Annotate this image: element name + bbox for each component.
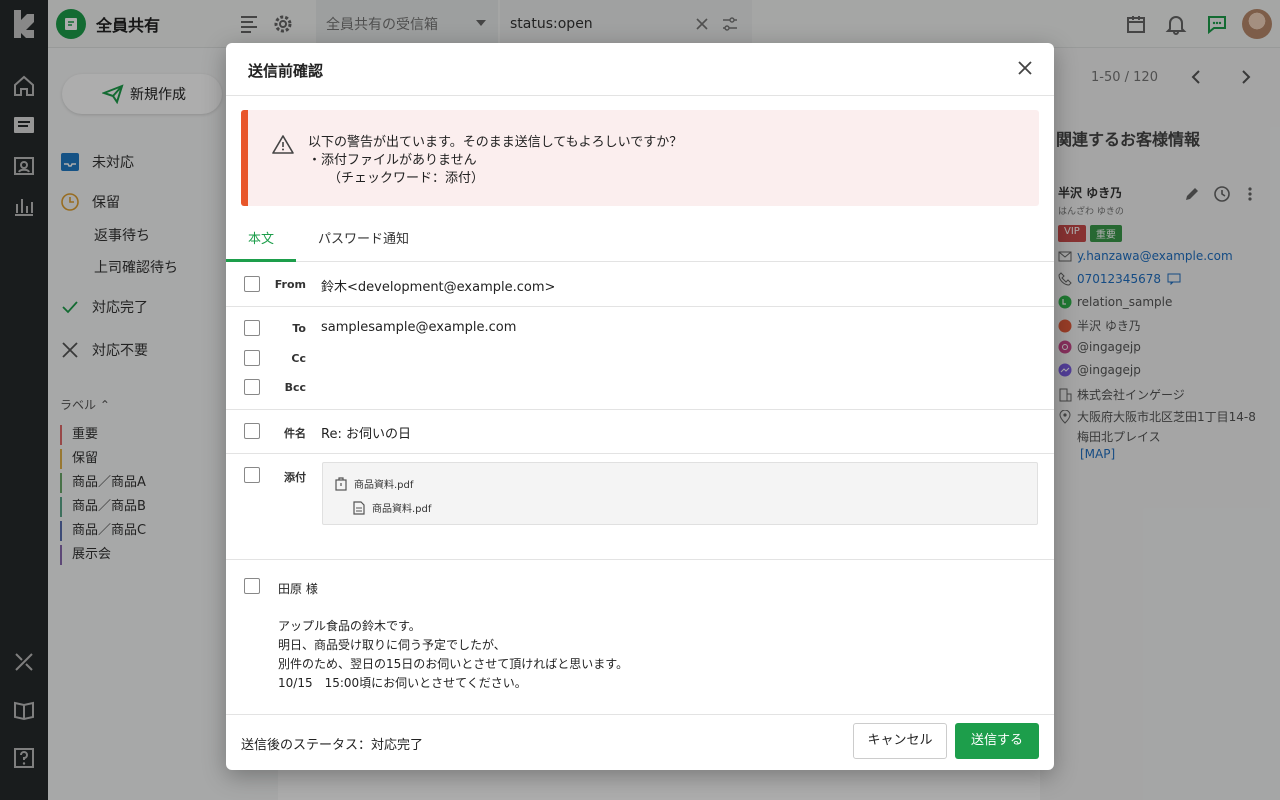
dialog-header: 送信前確認 — [226, 43, 1054, 96]
dialog-tabs: 本文 パスワード通知 — [226, 221, 1054, 262]
body-checkbox[interactable] — [244, 578, 260, 594]
alert-message: 以下の警告が出ています。そのまま送信してもよろしいですか？ — [308, 135, 683, 150]
cancel-button[interactable]: キャンセル — [853, 723, 947, 759]
alert-checkword: （チェックワード：添付） — [328, 171, 485, 186]
attachment-list: 商品資料.pdf 商品資料.pdf — [322, 462, 1038, 525]
subject-row: 件名 Re: お伺いの日 — [226, 410, 1054, 454]
body-line: 明日、商品受け取りに伺う予定でしたが、 — [278, 638, 506, 652]
archive-icon — [335, 476, 347, 491]
dialog-title: 送信前確認 — [248, 62, 324, 80]
warning-triangle-icon — [272, 134, 294, 154]
body-line: アップル食品の鈴木です。 — [278, 619, 421, 633]
tab-body[interactable]: 本文 — [226, 221, 297, 262]
post-send-status: 送信後のステータス：対応完了 — [241, 738, 424, 753]
to-label: To — [292, 322, 306, 335]
warning-alert: 以下の警告が出ています。そのまま送信してもよろしいですか？ ・添付ファイルがあり… — [241, 110, 1039, 206]
attachment-checkbox[interactable] — [244, 467, 260, 483]
from-checkbox[interactable] — [244, 276, 260, 292]
bcc-label: Bcc — [284, 381, 306, 394]
subject-label: 件名 — [284, 427, 306, 440]
bcc-checkbox[interactable] — [244, 379, 260, 395]
document-icon — [353, 500, 365, 515]
dialog-footer: 送信後のステータス：対応完了 キャンセル 送信する — [226, 714, 1054, 770]
tab-password-notice[interactable]: パスワード通知 — [296, 221, 431, 262]
from-value: 鈴木<development@example.com> — [321, 280, 556, 295]
attachment-label: 添付 — [284, 471, 306, 484]
to-checkbox[interactable] — [244, 320, 260, 336]
to-value: samplesample@example.com — [321, 320, 517, 335]
send-confirm-dialog: 送信前確認 以下の警告が出ています。そのまま送信してもよろしいですか？ ・添付フ… — [226, 43, 1054, 770]
from-label: From — [274, 278, 306, 291]
alert-detail: ・添付ファイルがありません — [308, 153, 477, 168]
subject-checkbox[interactable] — [244, 423, 260, 439]
recipients-row: To samplesample@example.com Cc Bcc — [226, 307, 1054, 410]
from-row: From 鈴木<development@example.com> — [226, 262, 1054, 307]
send-button[interactable]: 送信する — [955, 723, 1039, 759]
close-icon[interactable] — [1016, 59, 1034, 77]
subject-value: Re: お伺いの日 — [321, 427, 411, 442]
body-greeting: 田原 様 — [278, 582, 318, 596]
attachment-item[interactable]: 商品資料.pdf — [353, 500, 431, 515]
body-line: 10/15 15:00頃にお伺いとさせてください。 — [278, 676, 527, 690]
attachment-item[interactable]: 商品資料.pdf — [335, 476, 413, 491]
attachment-filename: 商品資料.pdf — [354, 480, 414, 491]
cc-checkbox[interactable] — [244, 350, 260, 366]
attachment-row: 添付 商品資料.pdf 商品資料.pdf — [226, 454, 1054, 560]
message-body: 田原 様 アップル食品の鈴木です。 明日、商品受け取りに伺う予定でしたが、 別件… — [226, 560, 1054, 714]
cc-label: Cc — [291, 352, 306, 365]
attachment-filename: 商品資料.pdf — [372, 504, 432, 515]
body-line: 別件のため、翌日の15日のお伺いとさせて頂ければと思います。 — [278, 657, 629, 671]
